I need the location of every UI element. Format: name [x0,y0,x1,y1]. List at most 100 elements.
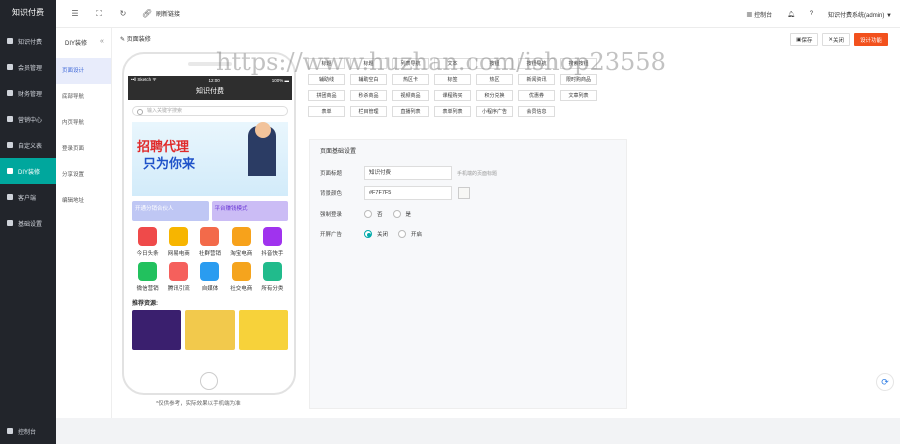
sidebar-item-diy[interactable]: DIY装修 [0,158,56,184]
link-icon[interactable]: 🔗︎ [142,9,152,19]
component-button[interactable]: 拼团商品 [308,90,345,101]
radio-label: 关闭 [377,232,389,238]
component-button[interactable]: 课程购买 [434,90,471,101]
radio-icon [392,210,401,218]
recommend-card[interactable] [185,310,235,350]
status-time: 12:00 [208,77,220,83]
support-float-icon[interactable]: ⟳ [876,373,894,391]
banner-line2: 只为你来 [143,156,196,171]
category-label: 所有分类 [261,286,284,292]
force-login-label: 强制登录 [320,212,343,218]
sidebar-item-client[interactable]: 客户端 [0,184,56,210]
promo-partner[interactable]: 开通分销合伙人 [132,201,209,221]
refresh-icon[interactable]: ↻ [118,9,128,19]
page-title-row: 页面标题 知识付费 手机端的页面标题 [320,166,497,180]
component-button[interactable]: 栏目管理 [350,106,387,117]
category-icon [200,227,220,246]
sidebar-item-label: 自定义表 [18,143,43,150]
promo-platform[interactable]: 平台赚钱模式 [211,201,288,221]
edit-icon: ✎ [120,37,127,43]
settings-title: 页面基础设置 [320,149,357,155]
subnav-item-page-design[interactable]: 页面设计 [56,58,111,84]
component-button[interactable]: 表单 [308,106,345,117]
page-settings-panel: 页面基础设置 页面标题 知识付费 手机端的页面标题 背景颜色 #F7F7F5 强… [309,139,627,409]
category-label: 社交电商 [230,286,253,292]
phone-banner[interactable]: 招聘代理 只为你来 [132,122,288,196]
category-item[interactable]: 社交电商 [226,262,257,292]
sidebar-item-knowledge[interactable]: 知识付费 [0,28,56,54]
component-button[interactable]: 会员信息 [518,106,555,117]
category-label: 淘宝电商 [230,251,253,257]
category-item[interactable]: 自媒体 [194,262,225,292]
radio-checked-icon [364,230,372,238]
recommend-card[interactable] [132,310,182,350]
force-login-yes[interactable]: 是 [392,210,411,218]
bg-color-row: 背景颜色 #F7F7F5 [320,186,470,200]
subnav-item-share[interactable]: 分享设置 [56,162,111,188]
category-label: 腾讯引流 [167,286,190,292]
user-menu[interactable]: 知识付费系统(admin) ▼ [828,10,892,19]
radio-icon [364,210,372,218]
category-item[interactable]: 抖音快手 [257,227,288,257]
sidebar-item-label: DIY装修 [18,169,41,176]
page-title-hint: 手机端的页面标题 [457,170,498,177]
sidebar-item-finance[interactable]: 财务管理 [0,80,56,106]
page-title-input[interactable]: 知识付费 [364,166,452,180]
subnav-item-login-page[interactable]: 登录页面 [56,136,111,162]
table-icon [7,142,13,148]
phone-preview: ••ll Sketch ᯤ 12:00 100% ▬ 知识付费 输入关键字搜索 … [122,52,296,395]
diy-subnav: DIY装修 页面设计 底部导航 内页导航 登录页面 分享设置 编辑地址 [56,28,112,418]
radio-label: 否 [377,212,383,218]
console-link[interactable]: 控制台 [0,424,56,438]
close-button[interactable]: ✕ 关闭 [822,33,850,46]
splash-ad-on[interactable]: 开启 [398,230,422,238]
save-button[interactable]: ▣ 保存 [790,33,819,46]
console-label: 控制台 [18,429,37,436]
fullscreen-icon[interactable]: ⛶ [94,9,104,19]
sidebar-item-custom-table[interactable]: 自定义表 [0,132,56,158]
book-icon [7,38,13,44]
megaphone-icon [7,116,13,122]
radio-icon [398,230,407,238]
component-button[interactable]: 直播列表 [392,106,429,117]
category-item[interactable]: 网易电商 [163,227,194,257]
phone-search[interactable]: 输入关键字搜索 [132,106,288,116]
category-item[interactable]: 社群营销 [194,227,225,257]
design-button[interactable]: 设计功能 [853,33,888,46]
component-button[interactable]: 视频商品 [392,90,429,101]
refresh-link-button[interactable]: 刷新链接 [156,9,180,18]
bg-color-input[interactable]: #F7F7F5 [364,186,452,200]
component-button[interactable]: 文章列表 [560,90,597,101]
component-button[interactable]: 积分兑换 [476,90,513,101]
component-button[interactable]: 秒杀商品 [350,90,387,101]
category-icon [200,262,220,281]
status-battery: 100% ▬ [271,77,289,83]
color-picker-swatch[interactable] [458,187,470,199]
sidebar-item-label: 知识付费 [18,39,43,46]
component-button[interactable]: 优惠券 [518,90,555,101]
component-button[interactable]: 表单列表 [434,106,471,117]
save-label: 保存 [801,37,813,44]
help-icon[interactable]: ? [810,11,813,17]
collapse-icon[interactable]: « [100,38,104,45]
recommend-card[interactable] [238,310,288,350]
subnav-item-address[interactable]: 编辑地址 [56,188,111,214]
sidebar-item-members[interactable]: 会员管理 [0,54,56,80]
sidebar-item-settings[interactable]: 基础设置 [0,210,56,236]
splash-ad-off[interactable]: 关闭 [364,230,388,238]
subnav-item-inner-nav[interactable]: 内页导航 [56,110,111,136]
bell-icon[interactable]: 🔔︎ [787,11,795,18]
component-button[interactable]: 小程序广告 [476,106,513,117]
status-carrier: ••ll Sketch ᯤ [131,77,157,82]
sidebar-item-label: 会员管理 [18,65,43,72]
category-item[interactable]: 微信营销 [132,262,163,292]
category-item[interactable]: 腾讯引流 [163,262,194,292]
console-button[interactable]: ▦ 控制台 [746,10,772,19]
menu-toggle-icon[interactable]: ☰ [70,9,80,19]
force-login-no[interactable]: 否 [364,210,383,218]
category-item[interactable]: 今日头条 [132,227,163,257]
sidebar-item-marketing[interactable]: 营销中心 [0,106,56,132]
category-item[interactable]: 所有分类 [257,262,288,292]
category-item[interactable]: 淘宝电商 [226,227,257,257]
subnav-item-bottom-nav[interactable]: 底部导航 [56,84,111,110]
